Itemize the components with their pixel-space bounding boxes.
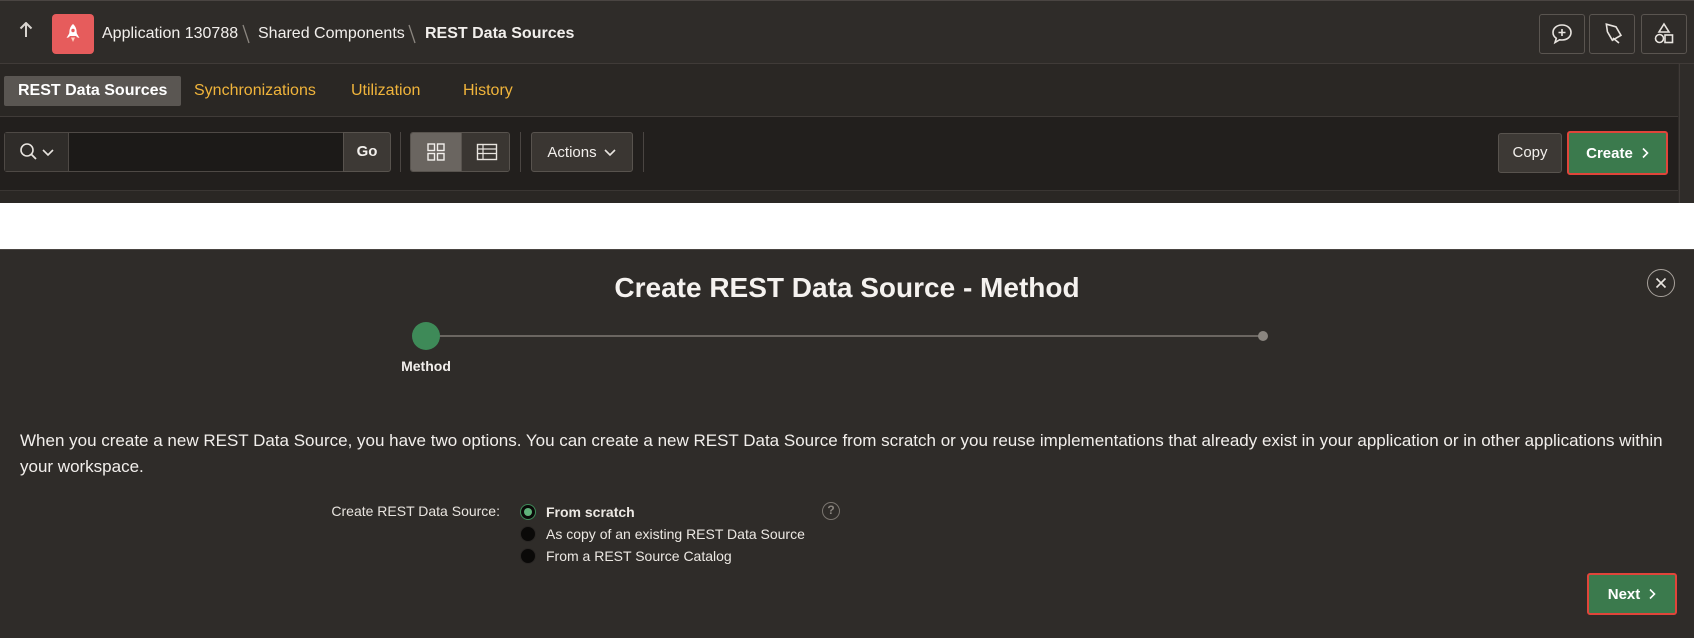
report-region-top — [0, 191, 1678, 203]
toolbar-divider — [643, 132, 644, 172]
shared-components-button[interactable] — [1641, 14, 1687, 54]
radio-button[interactable] — [520, 526, 536, 542]
search-column-button[interactable] — [5, 133, 69, 171]
tab-utilization[interactable]: Utilization — [337, 76, 434, 106]
radio-from-catalog[interactable]: From a REST Source Catalog — [520, 545, 732, 567]
tab-synchronizations[interactable]: Synchronizations — [180, 76, 330, 106]
tabs-bar: REST Data Sources Synchronizations Utili… — [0, 64, 1678, 117]
breadcrumb-shared-components[interactable]: Shared Components — [258, 25, 405, 43]
search-input[interactable] — [70, 133, 342, 171]
app-icon[interactable] — [52, 14, 94, 54]
radio-button-selected[interactable] — [520, 504, 536, 520]
wizard-step-label: Method — [401, 358, 451, 374]
table-icon — [476, 143, 497, 161]
next-button[interactable]: Next — [1587, 573, 1677, 615]
radio-label: As copy of an existing REST Data Source — [546, 526, 805, 542]
grid-icon — [427, 143, 445, 161]
create-button[interactable]: Create — [1567, 131, 1668, 175]
chevron-right-icon — [1642, 147, 1649, 159]
wizard-step-current-marker — [412, 322, 440, 350]
edit-icon — [1605, 23, 1623, 44]
report-view-button[interactable] — [461, 133, 509, 171]
breadcrumb: Application 130788 Shared Components RES… — [0, 1, 1694, 64]
tab-history[interactable]: History — [449, 76, 527, 106]
up-arrow-icon[interactable] — [16, 21, 36, 43]
actions-menu-button[interactable]: Actions — [531, 132, 633, 172]
dialog-title: Create REST Data Source - Method — [614, 272, 1080, 303]
close-button[interactable] — [1647, 269, 1675, 297]
scrollbar[interactable] — [1679, 64, 1694, 203]
go-button[interactable]: Go — [343, 132, 391, 172]
copy-button[interactable]: Copy — [1498, 133, 1562, 173]
breadcrumb-separator-icon — [242, 24, 250, 44]
chevron-down-icon — [604, 149, 616, 157]
chevron-down-icon — [41, 149, 54, 157]
radio-button[interactable] — [520, 548, 536, 564]
breadcrumb-separator-icon — [408, 24, 416, 44]
breadcrumb-current-page: REST Data Sources — [425, 25, 575, 42]
toolbar-divider — [520, 132, 521, 172]
wizard-step-final-marker — [1258, 331, 1268, 341]
report-toolbar: Go Actions Copy Create — [0, 117, 1678, 191]
shared-components-icon — [1654, 22, 1674, 44]
actions-label: Actions — [547, 143, 597, 161]
search-group: Go — [4, 132, 391, 172]
dialog-description: When you create a new REST Data Source, … — [20, 431, 1663, 476]
toolbar-divider — [400, 132, 401, 172]
radio-copy-existing[interactable]: As copy of an existing REST Data Source — [520, 523, 805, 545]
radio-label: From scratch — [546, 504, 635, 520]
close-icon — [1655, 277, 1667, 289]
rocket-icon — [66, 24, 80, 42]
add-comment-button[interactable] — [1539, 14, 1585, 54]
radio-label: From a REST Source Catalog — [546, 548, 732, 564]
breadcrumb-application[interactable]: Application 130788 — [102, 25, 238, 43]
chevron-right-icon — [1649, 588, 1656, 600]
edit-button[interactable] — [1589, 14, 1635, 54]
tab-rest-data-sources[interactable]: REST Data Sources — [4, 76, 182, 106]
create-label: Create — [1586, 144, 1633, 162]
next-label: Next — [1607, 585, 1641, 603]
radio-from-scratch[interactable]: From scratch — [520, 501, 635, 523]
view-toggle — [410, 132, 510, 172]
help-icon[interactable]: ? — [822, 502, 840, 520]
add-comment-icon — [1552, 24, 1572, 45]
shared-components-panel: Application 130788 Shared Components RES… — [0, 0, 1694, 203]
search-icon — [19, 143, 37, 160]
wizard-progress-track — [427, 335, 1263, 337]
create-rest-data-source-dialog: Create REST Data Source - Method Method … — [0, 249, 1694, 638]
create-method-label: Create REST Data Source: — [331, 503, 500, 519]
icon-view-button[interactable] — [411, 133, 461, 171]
